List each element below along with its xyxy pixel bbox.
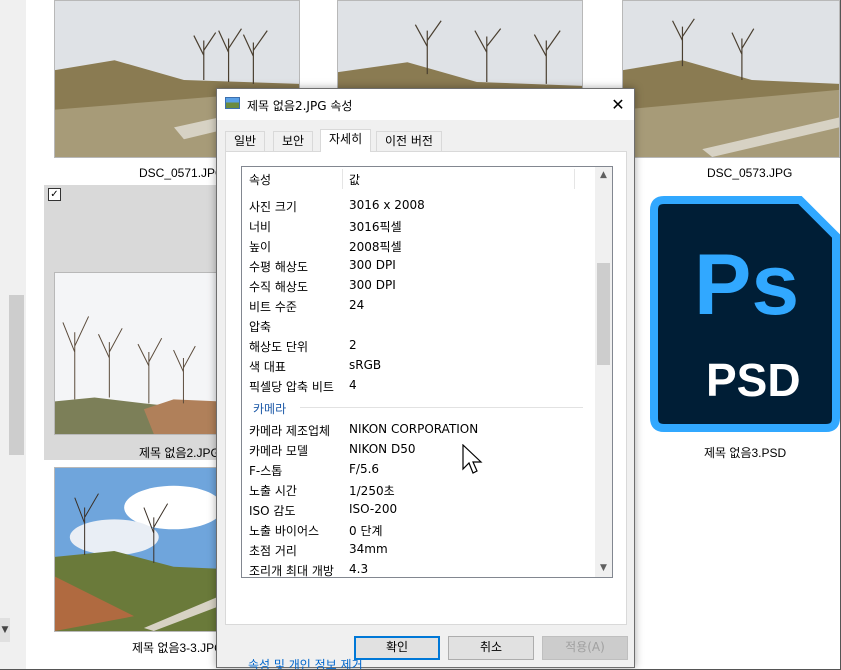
properties-dialog: 제목 없음2.JPG 속성 ✕ 일반 보안 자세히 이전 버전 속성 값 사진 … <box>216 88 635 670</box>
ok-button[interactable]: 확인 <box>354 636 440 660</box>
list-item[interactable]: 수직 해상도 300 DPI <box>242 275 597 295</box>
file-caption[interactable]: DSC_0573.JPG <box>707 166 792 180</box>
tab-previous-versions[interactable]: 이전 버전 <box>376 131 442 151</box>
list-item[interactable]: 해상도 단위 2 <box>242 335 597 355</box>
list-item[interactable]: 색 대표 sRGB <box>242 355 597 375</box>
list-item[interactable]: 카메라 제조업체 NIKON CORPORATION <box>242 419 597 439</box>
file-caption[interactable]: DSC_0571.JPG <box>139 166 224 180</box>
list-item[interactable]: 압축 <box>242 315 597 335</box>
cancel-button[interactable]: 취소 <box>448 636 534 660</box>
psd-label: PSD <box>706 354 801 406</box>
group-divider <box>300 407 583 408</box>
file-thumbnail-3-3-jpg[interactable] <box>54 467 220 632</box>
dialog-titlebar[interactable]: 제목 없음2.JPG 속성 ✕ <box>217 89 634 120</box>
file-thumbnail-dsc-0573[interactable] <box>622 0 840 158</box>
scroll-up-arrow-icon[interactable]: ▲ <box>595 167 612 184</box>
tab-security[interactable]: 보안 <box>273 131 314 151</box>
file-caption[interactable]: 제목 없음3.PSD <box>704 444 786 461</box>
details-tab-panel: 속성 값 사진 크기 3016 x 2008 너비 3016픽셀 높이 2008픽셀 … <box>225 151 627 670</box>
property-list-scroll-thumb[interactable] <box>597 263 610 365</box>
photoshop-file-icon[interactable]: Ps PSD <box>650 196 840 432</box>
file-select-checkbox[interactable]: ✓ <box>48 188 61 201</box>
tab-general[interactable]: 일반 <box>225 131 266 151</box>
file-thumbnail-selected-jpg[interactable] <box>54 272 220 435</box>
remove-properties-link[interactable]: 속성 및 개인 정보 제거 <box>248 656 363 670</box>
property-list[interactable]: 속성 값 사진 크기 3016 x 2008 너비 3016픽셀 높이 2008픽셀 … <box>241 166 613 578</box>
apply-button[interactable]: 적용(A) <box>542 636 628 660</box>
list-item[interactable]: 너비 3016픽셀 <box>242 215 597 235</box>
list-item[interactable]: 높이 2008픽셀 <box>242 235 597 255</box>
group-label: 카메라 <box>253 402 287 416</box>
list-item[interactable]: 픽셀당 압축 비트 4 <box>242 375 597 395</box>
property-list-scrollbar[interactable]: ▲ ▼ <box>595 167 612 577</box>
file-caption[interactable]: 제목 없음2.JPG <box>139 444 220 461</box>
explorer-vertical-scrollbar[interactable]: ▼ <box>0 0 26 670</box>
list-item[interactable]: 노출 바이어스 0 단계 <box>242 519 597 539</box>
mouse-pointer-icon <box>462 444 483 474</box>
list-item[interactable]: 사진 크기 3016 x 2008 <box>242 195 597 215</box>
list-item[interactable]: 노출 시간 1/250초 <box>242 479 597 499</box>
column-header-property[interactable]: 속성 <box>249 171 271 188</box>
list-item[interactable]: ISO 감도 ISO-200 <box>242 499 597 519</box>
list-item[interactable]: 수평 해상도 300 DPI <box>242 255 597 275</box>
property-rows: 사진 크기 3016 x 2008 너비 3016픽셀 높이 2008픽셀 수평 해상… <box>242 195 597 577</box>
list-item[interactable]: 비트 수준 24 <box>242 295 597 315</box>
dialog-title: 제목 없음2.JPG 속성 <box>247 99 353 113</box>
tab-details[interactable]: 자세히 <box>320 129 372 152</box>
list-item[interactable]: 조리개 최대 개방 4.3 <box>242 559 597 577</box>
close-button[interactable]: ✕ <box>602 89 634 120</box>
image-file-icon <box>225 97 240 109</box>
list-item[interactable]: F-스톱 F/5.6 <box>242 459 597 479</box>
group-header-camera: 카메라 <box>242 395 597 419</box>
scroll-down-arrow-icon[interactable]: ▼ <box>0 618 10 642</box>
property-list-header: 속성 값 <box>242 167 597 193</box>
file-caption[interactable]: 제목 없음3-3.JPG <box>132 639 224 656</box>
column-header-value[interactable]: 값 <box>349 171 360 188</box>
list-item[interactable]: 카메라 모델 NIKON D50 <box>242 439 597 459</box>
psd-letters: Ps <box>694 237 799 333</box>
scroll-down-arrow-icon[interactable]: ▼ <box>595 560 612 577</box>
explorer-scroll-thumb[interactable] <box>9 295 24 455</box>
list-item[interactable]: 초점 거리 34mm <box>242 539 597 559</box>
